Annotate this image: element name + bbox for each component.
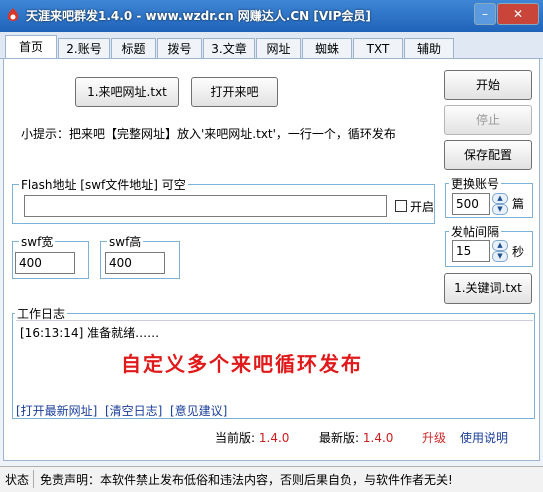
- tab-spider[interactable]: 蜘蛛: [302, 38, 352, 58]
- swf-height-input[interactable]: 400: [105, 252, 165, 274]
- post-interval-unit: 秒: [512, 245, 525, 259]
- swf-height-title: swf高: [107, 233, 144, 250]
- work-log-area[interactable]: [16:13:14] 准备就绪…… 自定义多个来吧循环发布: [16, 320, 533, 396]
- swf-width-group: swf宽 400: [12, 233, 89, 279]
- account-switch-spinner[interactable]: ▲ ▼: [492, 193, 508, 215]
- help-link[interactable]: 使用说明: [460, 429, 508, 446]
- tab-articles[interactable]: 3.文章: [203, 38, 255, 58]
- log-entry: [16:13:14] 准备就绪……: [20, 324, 159, 341]
- save-config-button[interactable]: 保存配置: [444, 140, 532, 170]
- home-panel: 1.来吧网址.txt 打开来吧 开始 停止 保存配置 小提示：把来吧【完整网址】…: [3, 58, 540, 461]
- current-version-label: 当前版:: [215, 431, 256, 445]
- swf-width-title: swf宽: [19, 233, 56, 250]
- close-button[interactable]: ✕: [497, 3, 539, 25]
- flash-enable-label: 开启: [410, 200, 435, 214]
- swf-height-group: swf高 400: [100, 233, 180, 279]
- status-bar: 状态 免责声明：本软件禁止发布低俗和违法内容，否则后果自负，与软件作者无关!: [0, 466, 543, 492]
- clear-log-link[interactable]: [清空日志]: [105, 402, 162, 419]
- tab-urls[interactable]: 网址: [256, 38, 301, 58]
- stop-button[interactable]: 停止: [444, 105, 532, 135]
- tab-home[interactable]: 首页: [5, 35, 57, 59]
- tab-dialup[interactable]: 拨号: [157, 38, 202, 58]
- current-version-value: 1.4.0: [258, 431, 290, 445]
- log-time: [16:13:14]: [20, 326, 84, 340]
- post-interval-title: 发帖间隔: [449, 223, 502, 240]
- flash-group-title: Flash地址 [swf文件地址] 可空: [19, 176, 188, 193]
- spin-down-icon[interactable]: ▼: [492, 204, 508, 215]
- flash-enable-checkbox[interactable]: [395, 200, 407, 212]
- flash-group: Flash地址 [swf文件地址] 可空 开启: [12, 176, 435, 224]
- account-switch-title: 更换账号: [449, 175, 502, 192]
- flash-url-input[interactable]: [24, 195, 387, 217]
- app-logo-icon: [7, 8, 19, 21]
- start-button[interactable]: 开始: [444, 70, 532, 100]
- post-interval-group: 发帖间隔 15 ▲ ▼ 秒: [445, 223, 533, 267]
- log-text: 准备就绪……: [87, 326, 160, 340]
- promo-banner: 自定义多个来吧循环发布: [121, 352, 363, 376]
- tab-txt[interactable]: TXT: [353, 38, 403, 58]
- post-interval-input[interactable]: 15: [452, 240, 490, 262]
- feedback-link[interactable]: [意见建议]: [170, 402, 227, 419]
- tab-titles[interactable]: 标题: [111, 38, 156, 58]
- swf-width-input[interactable]: 400: [15, 252, 75, 274]
- disclaimer-text: 免责声明：本软件禁止发布低俗和违法内容，否则后果自负，与软件作者无关!: [40, 473, 453, 487]
- tab-accounts[interactable]: 2.账号: [58, 38, 110, 58]
- account-switch-group: 更换账号 500 ▲ ▼ 篇: [445, 175, 533, 218]
- open-latest-url-link[interactable]: [打开最新网址]: [16, 402, 97, 419]
- account-switch-unit: 篇: [512, 197, 525, 211]
- status-label: 状态: [5, 473, 30, 487]
- spin-down-icon[interactable]: ▼: [492, 251, 508, 262]
- keywords-file-button[interactable]: 1.关键词.txt: [444, 273, 532, 304]
- latest-version: 最新版: 1.4.0: [319, 429, 393, 446]
- title-bar: 天涯来吧群发1.4.0 - www.wzdr.cn 网赚达人.CN [VIP会员…: [0, 0, 543, 32]
- latest-version-label: 最新版:: [319, 431, 360, 445]
- open-url-file-button[interactable]: 1.来吧网址.txt: [75, 77, 179, 107]
- minimize-button[interactable]: –: [474, 3, 496, 25]
- spin-up-icon[interactable]: ▲: [492, 193, 508, 204]
- current-version: 当前版: 1.4.0: [215, 429, 289, 446]
- tab-helper[interactable]: 辅助: [404, 38, 454, 58]
- tip-text: 小提示：把来吧【完整网址】放入'来吧网址.txt'，一行一个，循环发布: [21, 127, 396, 141]
- upgrade-link[interactable]: 升级: [422, 429, 446, 446]
- post-interval-spinner[interactable]: ▲ ▼: [492, 240, 508, 262]
- latest-version-value: 1.4.0: [362, 431, 394, 445]
- tab-bar: 首页 2.账号 标题 拨号 3.文章 网址 蜘蛛 TXT 辅助: [0, 32, 543, 59]
- open-laiba-button[interactable]: 打开来吧: [191, 77, 278, 107]
- status-divider: [33, 470, 34, 488]
- spin-up-icon[interactable]: ▲: [492, 240, 508, 251]
- window-title: 天涯来吧群发1.4.0 - www.wzdr.cn 网赚达人.CN [VIP会员…: [26, 9, 371, 23]
- account-switch-input[interactable]: 500: [452, 193, 490, 215]
